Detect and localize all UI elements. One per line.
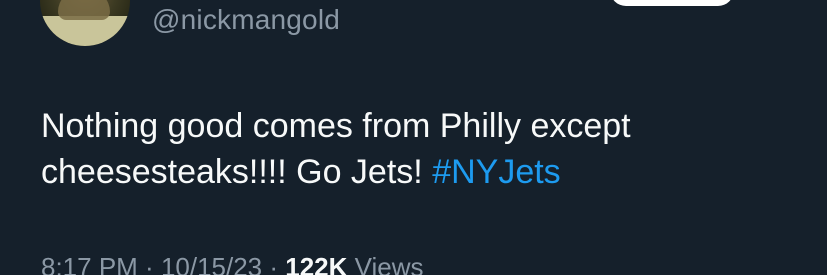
hashtag-link[interactable]: #NYJets xyxy=(432,153,561,191)
tweet-card: @nickmangold Nothing good comes from Phi… xyxy=(0,0,827,275)
tweet-text-line-2: cheesesteaks!!!! Go Jets! #NYJets xyxy=(41,149,801,195)
tweet-meta: 8:17 PM · 10/15/23 · 122K Views xyxy=(41,252,424,275)
tweet-text: Nothing good comes from Philly except ch… xyxy=(41,103,801,195)
tweet-date[interactable]: 10/15/23 xyxy=(161,252,262,275)
tweet-text-line-1: Nothing good comes from Philly except xyxy=(41,107,631,145)
views-count[interactable]: 122K xyxy=(285,252,347,275)
user-handle[interactable]: @nickmangold xyxy=(152,4,340,36)
avatar[interactable] xyxy=(40,0,130,46)
meta-separator-2: · xyxy=(262,252,286,275)
tweet-time[interactable]: 8:17 PM xyxy=(41,252,138,275)
follow-button[interactable] xyxy=(610,0,734,6)
tweet-text-line-2-body: cheesesteaks!!!! Go Jets! xyxy=(41,153,433,191)
meta-separator-1: · xyxy=(137,252,161,275)
views-label: Views xyxy=(347,252,424,275)
